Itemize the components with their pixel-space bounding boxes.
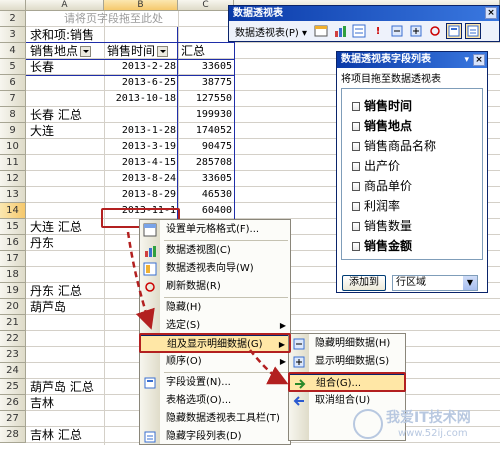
arrow-to-submenu <box>249 349 289 385</box>
watermark: 我爱IT技术网 www.52ij.com <box>346 402 500 442</box>
annotation-arrows <box>126 231 289 385</box>
watermark-line2: www.52ij.com <box>398 428 468 439</box>
watermark-line1: 我爱IT技术网 <box>386 409 471 426</box>
arrow-to-menu <box>126 231 155 330</box>
